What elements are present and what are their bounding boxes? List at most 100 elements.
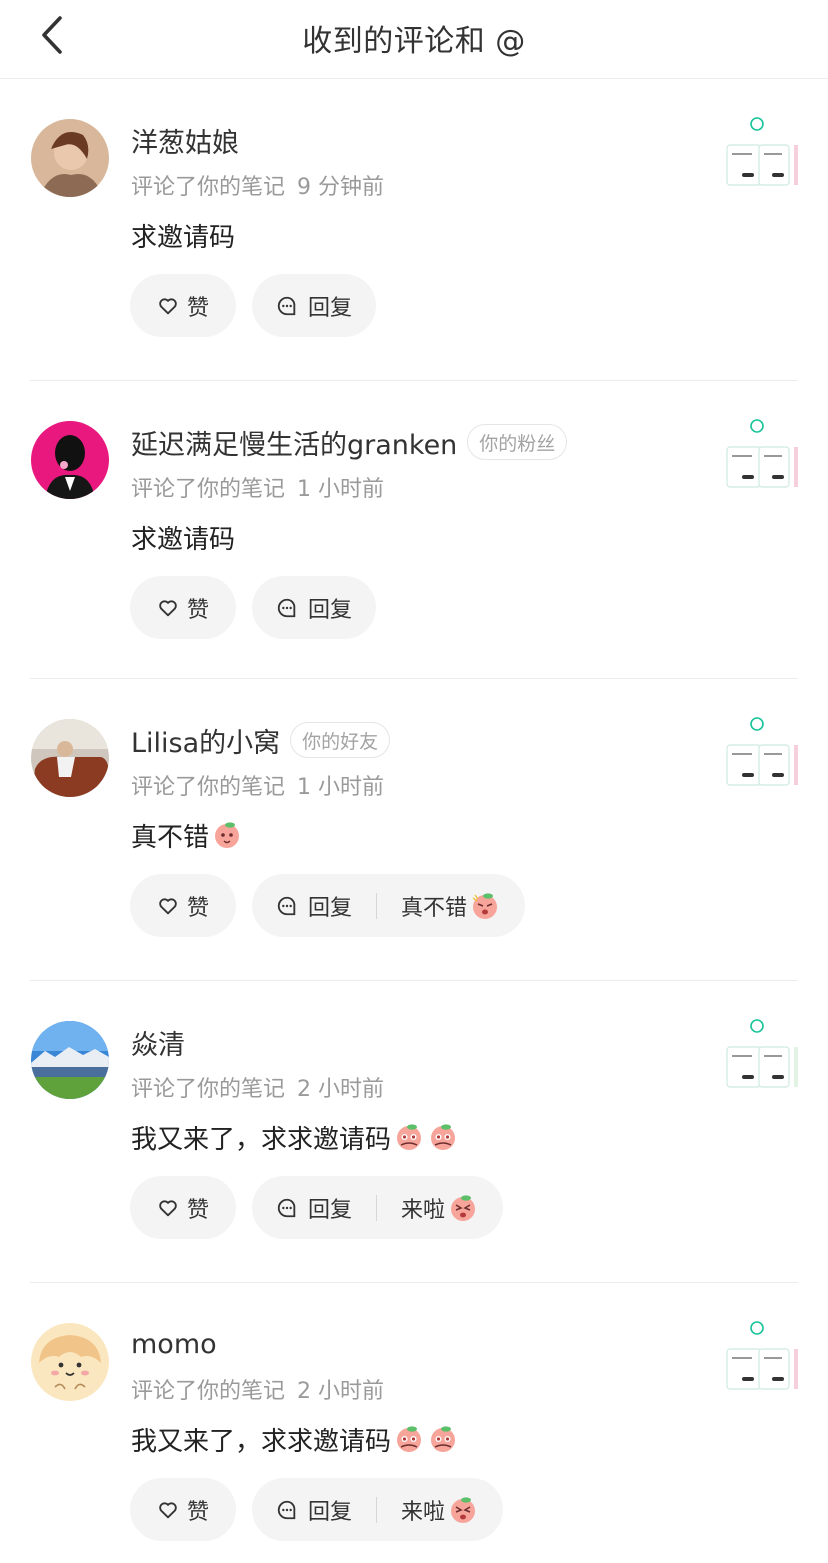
avatar[interactable]: [31, 421, 109, 499]
comment-text-row: 真不错: [131, 815, 243, 855]
avatar[interactable]: [31, 1323, 109, 1401]
reply-button: 回复 来啦: [252, 1176, 504, 1239]
comment-text: 我又来了，求求邀请码: [131, 1124, 392, 1155]
quick-reply-text: 真不错: [401, 895, 468, 921]
timestamp: 2 小时前: [297, 1379, 385, 1404]
reply-segment[interactable]: 回复: [276, 874, 352, 937]
comment-text-row: 求邀请码: [131, 215, 235, 255]
like-button[interactable]: 赞: [130, 1176, 236, 1239]
user-name[interactable]: 延迟满足慢生活的granken: [131, 423, 457, 462]
user-name[interactable]: 焱清: [131, 1023, 185, 1062]
like-button[interactable]: 赞: [130, 874, 236, 937]
meta-line: 评论了你的笔记 9 分钟前: [131, 169, 384, 201]
action-bar: 赞 回复 来啦: [130, 1176, 504, 1239]
reply-label: 回复: [308, 895, 353, 921]
peach-emoji-icon: [447, 1192, 479, 1224]
notification-item: 洋葱姑娘 评论了你的笔记 9 分钟前 求邀请码 赞 回复: [0, 79, 828, 381]
page-title: 收到的评论和 @: [302, 24, 526, 59]
heart-icon: [159, 1199, 177, 1216]
notification-item: 焱清 评论了你的笔记 2 小时前 我又来了，求求邀请码 赞 回复 来啦: [0, 981, 828, 1283]
comment-bubble-icon: [277, 1198, 296, 1217]
timestamp: 2 小时前: [297, 1077, 385, 1102]
relation-tag: 你的粉丝: [467, 424, 568, 460]
quick-reply-text: 来啦: [401, 1197, 446, 1223]
note-thumbnail[interactable]: [724, 115, 798, 189]
peach-emoji-icon: [393, 1423, 425, 1455]
comment-text-row: 求邀请码: [131, 517, 235, 557]
reply-button[interactable]: 回复: [252, 274, 377, 337]
like-label: 赞: [186, 895, 209, 921]
action-text: 评论了你的笔记: [131, 477, 286, 502]
reply-button: 回复 真不错: [252, 874, 526, 937]
action-text: 评论了你的笔记: [131, 175, 286, 200]
comment-bubble-icon: [277, 296, 296, 315]
like-button[interactable]: 赞: [130, 576, 236, 639]
comment-bubble-icon: [277, 896, 296, 915]
meta-line: 评论了你的笔记 1 小时前: [131, 471, 384, 503]
divider: [376, 892, 378, 919]
note-thumbnail[interactable]: [724, 1017, 798, 1091]
quick-reply-button[interactable]: 来啦: [401, 1478, 479, 1541]
notification-item: 延迟满足慢生活的granken 你的粉丝 评论了你的笔记 1 小时前 求邀请码 赞…: [0, 381, 828, 679]
reply-label: 回复: [308, 1197, 353, 1223]
quick-reply-text: 来啦: [401, 1499, 446, 1525]
timestamp: 1 小时前: [297, 477, 385, 502]
avatar[interactable]: [31, 1021, 109, 1099]
reply-segment[interactable]: 回复: [276, 1176, 352, 1239]
heart-icon: [159, 599, 177, 616]
comment-text: 我又来了，求求邀请码: [131, 1426, 392, 1457]
timestamp: 1 小时前: [297, 775, 385, 800]
comment-text: 真不错: [131, 822, 210, 853]
like-label: 赞: [186, 295, 209, 321]
reply-label: 回复: [308, 295, 353, 321]
comment-text: 求邀请码: [131, 524, 236, 555]
peach-emoji-icon: [393, 1121, 425, 1153]
notification-list: 洋葱姑娘 评论了你的笔记 9 分钟前 求邀请码 赞 回复 延迟满足慢生活的gra…: [0, 79, 828, 1563]
like-label: 赞: [186, 1197, 209, 1223]
like-button[interactable]: 赞: [130, 274, 236, 337]
meta-line: 评论了你的笔记 1 小时前: [131, 769, 384, 801]
avatar[interactable]: [31, 719, 109, 797]
note-thumbnail[interactable]: [724, 1319, 798, 1393]
like-button[interactable]: 赞: [130, 1478, 236, 1541]
reply-label: 回复: [308, 597, 353, 623]
divider: [376, 1194, 378, 1221]
top-bar: 收到的评论和 @: [0, 0, 828, 79]
action-bar: 赞 回复 来啦: [130, 1478, 504, 1541]
user-name[interactable]: Lilisa的小窝: [131, 721, 280, 760]
comment-bubble-icon: [277, 598, 296, 617]
peach-emoji-icon: [469, 890, 501, 922]
reply-button[interactable]: 回复: [252, 576, 377, 639]
heart-icon: [159, 897, 177, 914]
user-name[interactable]: 洋葱姑娘: [131, 121, 239, 160]
action-text: 评论了你的笔记: [131, 775, 286, 800]
heart-icon: [159, 1501, 177, 1518]
quick-reply-button[interactable]: 真不错: [401, 874, 501, 937]
peach-emoji-icon: [427, 1423, 459, 1455]
heart-icon: [159, 297, 177, 314]
peach-emoji-icon: [447, 1494, 479, 1526]
meta-line: 评论了你的笔记 2 小时前: [131, 1071, 384, 1103]
timestamp: 9 分钟前: [297, 175, 385, 200]
quick-reply-button[interactable]: 来啦: [401, 1176, 479, 1239]
reply-segment[interactable]: 回复: [276, 1478, 352, 1541]
like-label: 赞: [186, 1499, 209, 1525]
reply-label: 回复: [308, 1499, 353, 1525]
action-bar: 赞 回复: [130, 576, 377, 639]
comment-text-row: 我又来了，求求邀请码: [131, 1419, 459, 1459]
user-name[interactable]: momo: [131, 1329, 217, 1360]
note-thumbnail[interactable]: [724, 715, 798, 789]
action-bar: 赞 回复: [130, 274, 377, 337]
relation-tag: 你的好友: [290, 722, 391, 758]
avatar[interactable]: [31, 119, 109, 197]
action-text: 评论了你的笔记: [131, 1379, 286, 1404]
action-bar: 赞 回复 真不错: [130, 874, 526, 937]
comment-text: 求邀请码: [131, 222, 236, 253]
notification-item: Lilisa的小窝 你的好友 评论了你的笔记 1 小时前 真不错 赞 回复 真不…: [0, 679, 828, 981]
note-thumbnail[interactable]: [724, 417, 798, 491]
meta-line: 评论了你的笔记 2 小时前: [131, 1373, 384, 1405]
comment-text-row: 我又来了，求求邀请码: [131, 1117, 459, 1157]
peach-emoji-icon: [211, 819, 243, 851]
comment-bubble-icon: [277, 1500, 296, 1519]
reply-button: 回复 来啦: [252, 1478, 504, 1541]
